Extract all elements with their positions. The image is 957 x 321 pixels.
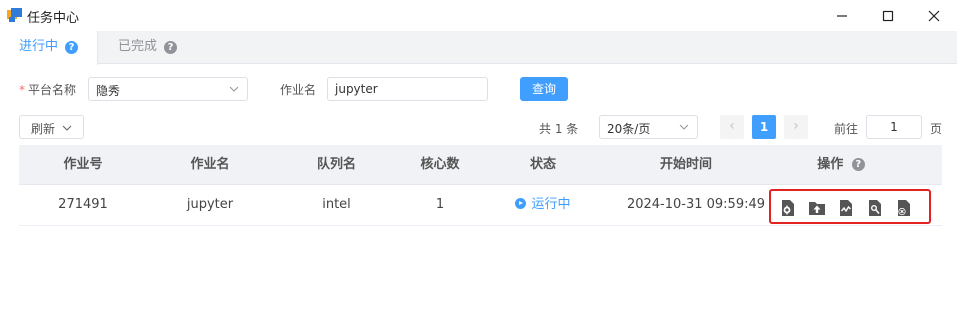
chevron-down-icon xyxy=(229,86,239,92)
help-icon[interactable]: ? xyxy=(851,158,865,171)
tab-completed-label: 已完成 xyxy=(118,39,158,54)
tab-in-progress[interactable]: 进行中 ? xyxy=(0,31,98,65)
column-header-status: 状态 xyxy=(529,157,556,172)
file-chart-icon[interactable] xyxy=(837,199,855,217)
column-header-job-name: 作业名 xyxy=(190,157,230,172)
jobname-input-value: jupyter xyxy=(335,82,378,96)
cell-start-time: 2024-10-31 09:59:49 xyxy=(626,197,766,212)
title-bar: 任务中心 xyxy=(0,0,957,31)
current-page-button[interactable]: 1 xyxy=(752,115,776,139)
running-icon xyxy=(515,198,527,209)
refresh-dropdown[interactable]: 刷新 xyxy=(19,115,84,139)
chevron-down-icon xyxy=(62,125,72,131)
page-size-value: 20条/页 xyxy=(607,122,651,136)
close-icon xyxy=(928,10,940,22)
tab-bar: 进行中 ? 已完成 ? xyxy=(0,31,957,65)
pagination-total: 共 1 条 xyxy=(539,122,579,136)
actions-highlight xyxy=(769,189,931,224)
app-logo-icon xyxy=(7,8,22,22)
folder-upload-icon[interactable] xyxy=(808,199,826,217)
platform-select-value: 隐秀 xyxy=(96,84,121,98)
cell-queue: intel xyxy=(322,197,351,212)
column-header-actions-label: 操作 xyxy=(817,157,844,172)
minimize-icon xyxy=(837,15,847,17)
page-size-select[interactable]: 20条/页 xyxy=(599,115,698,139)
tab-completed[interactable]: 已完成 ? xyxy=(98,31,208,64)
jobname-input[interactable]: jupyter xyxy=(327,77,488,101)
cell-cores: 1 xyxy=(435,197,445,212)
cell-status: 运行中 xyxy=(480,185,606,225)
goto-label: 前往 xyxy=(834,122,859,136)
goto-suffix: 页 xyxy=(930,122,943,136)
platform-label: * 平台名称 xyxy=(19,81,76,98)
cell-job-id: 271491 xyxy=(58,197,108,212)
maximize-icon xyxy=(882,10,894,22)
file-settings-icon[interactable] xyxy=(779,199,797,217)
next-page-button[interactable]: › xyxy=(784,115,808,139)
close-button[interactable] xyxy=(911,0,957,31)
prev-page-button[interactable]: ‹ xyxy=(720,115,744,139)
goto-page-value: 1 xyxy=(890,120,898,134)
help-icon[interactable]: ? xyxy=(65,41,78,54)
table-header: 作业号 作业名 队列名 核心数 状态 开始时间 操作 ? xyxy=(19,145,942,185)
column-header-queue: 队列名 xyxy=(316,157,356,172)
minimize-button[interactable] xyxy=(819,0,865,31)
window-title: 任务中心 xyxy=(27,11,80,26)
platform-select[interactable]: 隐秀 xyxy=(88,77,248,101)
jobname-label: 作业名 xyxy=(280,83,317,97)
file-cancel-icon[interactable] xyxy=(895,199,913,217)
chevron-down-icon xyxy=(679,124,689,130)
tab-in-progress-label: 进行中 xyxy=(19,39,59,54)
column-header-job-id: 作业号 xyxy=(63,157,103,172)
cell-job-name: jupyter xyxy=(186,197,234,212)
refresh-label: 刷新 xyxy=(31,122,56,136)
maximize-button[interactable] xyxy=(865,0,911,31)
goto-page-input[interactable]: 1 xyxy=(866,115,922,139)
help-icon[interactable]: ? xyxy=(164,41,177,54)
file-search-icon[interactable] xyxy=(866,199,884,217)
platform-label-text: 平台名称 xyxy=(28,83,77,97)
column-header-actions: 操作 ? xyxy=(766,145,916,185)
required-mark: * xyxy=(19,83,25,97)
column-header-cores: 核心数 xyxy=(420,157,460,172)
query-button[interactable]: 查询 xyxy=(520,77,568,101)
column-header-start-time: 开始时间 xyxy=(659,157,712,172)
status-text: 运行中 xyxy=(531,197,571,212)
